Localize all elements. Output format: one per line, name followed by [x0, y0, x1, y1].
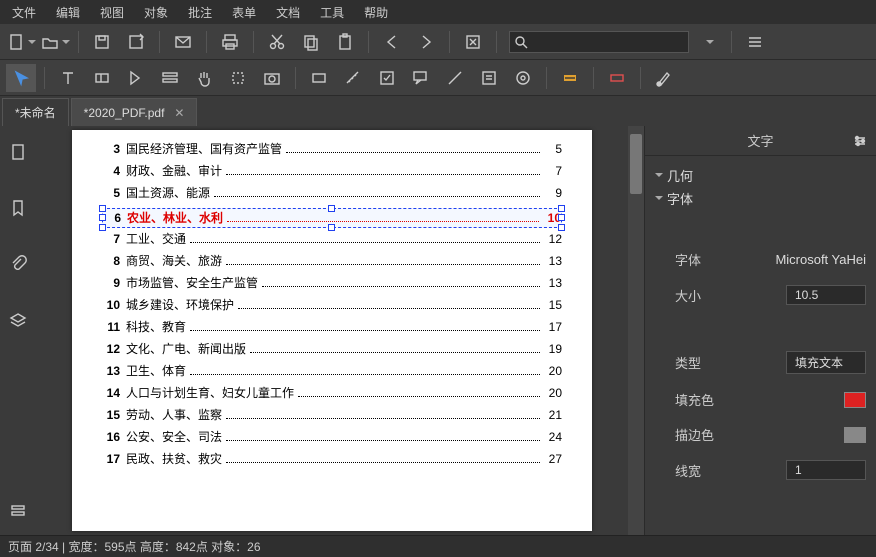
- resize-handle[interactable]: [99, 224, 106, 231]
- linewidth-row: 线宽 1: [655, 452, 866, 488]
- toc-line: 15劳动、人事、监察21: [102, 406, 562, 428]
- note-tool[interactable]: [474, 64, 504, 92]
- layers-panel-icon[interactable]: [3, 306, 33, 334]
- search-input[interactable]: [509, 31, 689, 53]
- menu-对象[interactable]: 对象: [134, 1, 178, 24]
- status-bar: 页面 2/34 | 宽度：595点 高度：842点 对象：26: [0, 535, 876, 557]
- target-tool[interactable]: [508, 64, 538, 92]
- saveas-button[interactable]: [121, 28, 151, 56]
- mail-button[interactable]: [168, 28, 198, 56]
- resize-handle[interactable]: [558, 224, 565, 231]
- toc-line: 13卫生、体育20: [102, 362, 562, 384]
- toc-line: 5国土资源、能源9: [102, 184, 562, 206]
- stroke-row: 描边色: [655, 417, 866, 452]
- menu-lines-button[interactable]: [740, 28, 770, 56]
- check-tool[interactable]: [372, 64, 402, 92]
- resize-handle[interactable]: [328, 205, 335, 212]
- menu-文件[interactable]: 文件: [2, 1, 46, 24]
- print-button[interactable]: [215, 28, 245, 56]
- tab[interactable]: *2020_PDF.pdf✕: [71, 98, 198, 126]
- left-sidebar: [0, 126, 36, 535]
- redact-tool[interactable]: [602, 64, 632, 92]
- panel-settings-icon[interactable]: [852, 133, 868, 152]
- brush-tool[interactable]: [649, 64, 679, 92]
- new-button[interactable]: [6, 28, 36, 56]
- type-row: 类型 填充文本: [655, 343, 866, 382]
- menubar: 文件编辑视图对象批注表单文档工具帮助: [0, 0, 876, 24]
- toolbar-main: [0, 24, 876, 60]
- measure-tool[interactable]: [338, 64, 368, 92]
- hand-tool[interactable]: [189, 64, 219, 92]
- toc-line: 10城乡建设、环境保护15: [102, 296, 562, 318]
- toc-line: 17民政、扶贫、救灾27: [102, 450, 562, 472]
- prev-button[interactable]: [377, 28, 407, 56]
- callout-tool[interactable]: [406, 64, 436, 92]
- cut-button[interactable]: [262, 28, 292, 56]
- link-tool[interactable]: [121, 64, 151, 92]
- line-tool[interactable]: [440, 64, 470, 92]
- toc-line: 11科技、教育17: [102, 318, 562, 340]
- attachments-panel-icon[interactable]: [3, 250, 33, 278]
- font-value[interactable]: Microsoft YaHei: [775, 252, 866, 267]
- menu-工具[interactable]: 工具: [310, 1, 354, 24]
- fit-button[interactable]: [458, 28, 488, 56]
- size-input[interactable]: 10.5: [786, 285, 866, 305]
- stroke-swatch[interactable]: [844, 427, 866, 443]
- menu-批注[interactable]: 批注: [178, 1, 222, 24]
- resize-handle[interactable]: [99, 205, 106, 212]
- next-button[interactable]: [411, 28, 441, 56]
- text-edit-tool[interactable]: [87, 64, 117, 92]
- section-geometry[interactable]: 几何: [655, 166, 866, 185]
- rect-tool[interactable]: [304, 64, 334, 92]
- form-tool[interactable]: [155, 64, 185, 92]
- size-row: 大小 10.5: [655, 277, 866, 313]
- open-button[interactable]: [40, 28, 70, 56]
- resize-handle[interactable]: [328, 224, 335, 231]
- section-font[interactable]: 字体: [655, 189, 866, 208]
- fill-swatch[interactable]: [844, 392, 866, 408]
- toc-line: 9市场监管、安全生产监管13: [102, 274, 562, 296]
- toc-line: 4财政、金融、审计7: [102, 162, 562, 184]
- save-button[interactable]: [87, 28, 117, 56]
- toc-line: 8商贸、海关、旅游13: [102, 252, 562, 274]
- panel-settings-icon[interactable]: [3, 497, 33, 525]
- toolbar-tools: [0, 60, 876, 96]
- search-options[interactable]: [693, 28, 723, 56]
- toc-line: 3国民经济管理、国有资产监管5: [102, 140, 562, 162]
- pdf-page[interactable]: 3国民经济管理、国有资产监管54财政、金融、审计75国土资源、能源96农业、林业…: [72, 130, 592, 531]
- font-row: 字体 Microsoft YaHei: [655, 242, 866, 277]
- properties-panel: 文字 几何 字体 字体 Microsoft YaHei 大小 10.5 类型 填…: [644, 126, 876, 535]
- toc-line: 14人口与计划生育、妇女儿童工作20: [102, 384, 562, 406]
- toc-line: 7工业、交通12: [102, 230, 562, 252]
- vertical-scrollbar[interactable]: [628, 126, 644, 535]
- snapshot-tool[interactable]: [257, 64, 287, 92]
- resize-handle[interactable]: [558, 214, 565, 221]
- text-tool[interactable]: [53, 64, 83, 92]
- menu-文档[interactable]: 文档: [266, 1, 310, 24]
- menu-帮助[interactable]: 帮助: [354, 1, 398, 24]
- resize-handle[interactable]: [558, 205, 565, 212]
- toc-line: 16公安、安全、司法24: [102, 428, 562, 450]
- copy-button[interactable]: [296, 28, 326, 56]
- close-icon[interactable]: ✕: [174, 106, 184, 120]
- toc-line: 12文化、广电、新闻出版19: [102, 340, 562, 362]
- document-tabs: *未命名*2020_PDF.pdf✕: [0, 96, 876, 126]
- menu-表单[interactable]: 表单: [222, 1, 266, 24]
- paste-button[interactable]: [330, 28, 360, 56]
- tab[interactable]: *未命名: [2, 98, 69, 126]
- panel-title: 文字: [645, 126, 876, 156]
- menu-视图[interactable]: 视图: [90, 1, 134, 24]
- pages-panel-icon[interactable]: [3, 138, 33, 166]
- selected-text-object[interactable]: 6农业、林业、水利10: [102, 208, 562, 228]
- select-tool[interactable]: [6, 64, 36, 92]
- crop-tool[interactable]: [223, 64, 253, 92]
- resize-handle[interactable]: [99, 214, 106, 221]
- type-select[interactable]: 填充文本: [786, 351, 866, 374]
- menu-编辑[interactable]: 编辑: [46, 1, 90, 24]
- highlight-tool[interactable]: [555, 64, 585, 92]
- linewidth-input[interactable]: 1: [786, 460, 866, 480]
- bookmarks-panel-icon[interactable]: [3, 194, 33, 222]
- document-view: 3国民经济管理、国有资产监管54财政、金融、审计75国土资源、能源96农业、林业…: [36, 126, 644, 535]
- fill-row: 填充色: [655, 382, 866, 417]
